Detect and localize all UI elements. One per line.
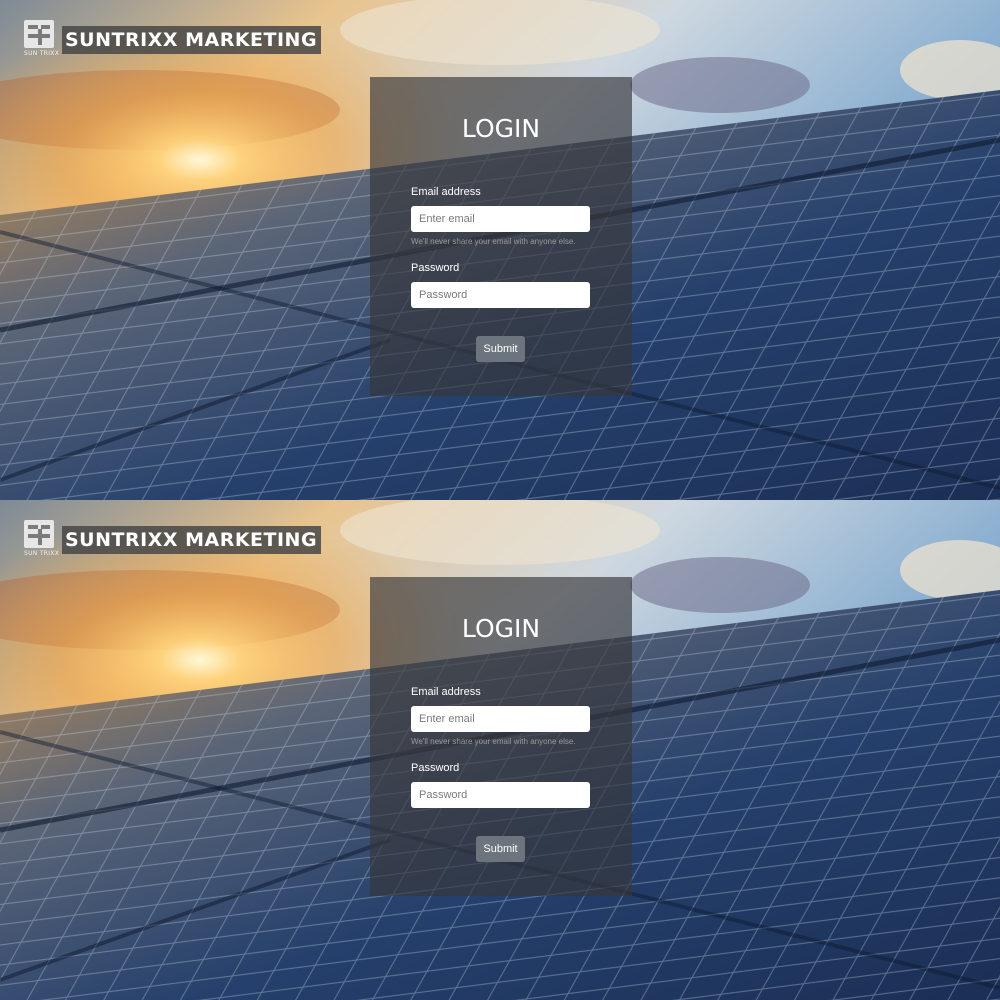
email-field[interactable] <box>411 706 590 732</box>
login-screen-top: SUN TRIXX SUNTRIXX MARKETING LOGIN Email… <box>0 0 1000 500</box>
email-help-text: We'll never share your email with anyone… <box>411 737 576 746</box>
submit-button[interactable]: Submit <box>476 836 525 862</box>
page: SUN TRIXX SUNTRIXX MARKETING LOGIN Email… <box>0 0 1000 1000</box>
email-help-text: We'll never share your email with anyone… <box>411 237 576 246</box>
password-label: Password <box>411 762 460 774</box>
login-screen-bottom: SUN TRIXX SUNTRIXX MARKETING LOGIN Email… <box>0 500 1000 1000</box>
login-card: LOGIN Email address We'll never share yo… <box>370 577 632 896</box>
brand-logo: SUN TRIXX <box>24 520 60 560</box>
password-field[interactable] <box>411 782 590 808</box>
brand: SUN TRIXX SUNTRIXX MARKETING <box>24 20 322 60</box>
email-field[interactable] <box>411 206 590 232</box>
email-label: Email address <box>411 186 481 198</box>
brand-name: SUNTRIXX MARKETING <box>62 526 322 554</box>
sun-trixx-logo-icon <box>24 20 54 48</box>
logo-caption: SUN TRIXX <box>24 550 60 557</box>
submit-button[interactable]: Submit <box>476 336 525 362</box>
sun-trixx-logo-icon <box>24 520 54 548</box>
brand-logo: SUN TRIXX <box>24 20 60 60</box>
login-title: LOGIN <box>461 614 541 643</box>
brand: SUN TRIXX SUNTRIXX MARKETING <box>24 520 322 560</box>
brand-name: SUNTRIXX MARKETING <box>62 26 322 54</box>
login-card: LOGIN Email address We'll never share yo… <box>370 77 632 396</box>
email-label: Email address <box>411 686 481 698</box>
password-label: Password <box>411 262 460 274</box>
login-title: LOGIN <box>461 114 541 143</box>
logo-caption: SUN TRIXX <box>24 50 60 57</box>
password-field[interactable] <box>411 282 590 308</box>
